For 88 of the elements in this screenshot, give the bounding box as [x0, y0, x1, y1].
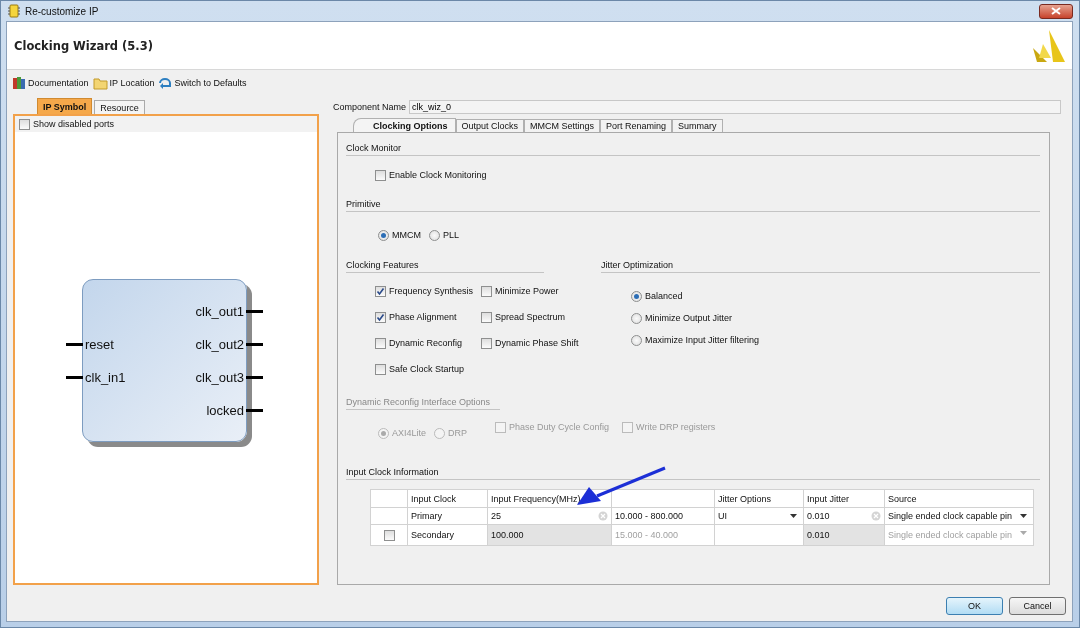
close-button[interactable] — [1039, 3, 1073, 19]
radio-label: DRP — [448, 428, 468, 438]
table-cell: Primary — [407, 507, 488, 525]
checkbox-label: Show disabled ports — [33, 119, 115, 129]
table-cell: 15.000 - 40.000 — [611, 524, 715, 546]
folder-icon — [92, 76, 108, 90]
dialog-button[interactable]: Cancel — [1009, 597, 1066, 615]
checkbox-label: Dynamic Phase Shift — [495, 338, 579, 348]
column-header: Input Clock — [407, 489, 488, 508]
checkbox-label: Enable Clock Monitoring — [389, 170, 487, 180]
radio-label: Minimize Output Jitter — [645, 313, 733, 323]
caret-icon — [1020, 531, 1027, 535]
close-icon — [1051, 7, 1061, 15]
checkbox-label: Phase Duty Cycle Config — [509, 422, 610, 432]
port-pin — [66, 375, 83, 379]
radio-label: Maximize Input Jitter filtering — [645, 335, 760, 345]
port-label: clk_out3 — [194, 369, 245, 385]
radio-button[interactable] — [631, 290, 642, 302]
caret-icon — [790, 514, 797, 518]
port-label: clk_in1 — [84, 369, 127, 385]
checkbox-label: Write DRP registers — [636, 422, 716, 432]
checkbox[interactable] — [375, 311, 386, 323]
tab[interactable]: Output Clocks — [455, 119, 525, 132]
section-title: Primitive — [346, 198, 1040, 212]
ip-icon — [8, 4, 20, 18]
checkbox[interactable] — [19, 118, 30, 130]
radio-button[interactable] — [631, 334, 642, 346]
table-cell: Secondary — [407, 524, 488, 546]
port-label: locked — [205, 402, 245, 418]
section-title: Dynamic Reconfig Interface Options — [346, 396, 501, 410]
port-pin — [246, 408, 263, 412]
toolbar-button[interactable]: Switch to Defaults — [158, 74, 247, 92]
port-label: reset — [84, 336, 115, 352]
checkbox-label: Phase Alignment — [389, 312, 457, 322]
books-icon — [12, 76, 26, 90]
checkbox-label: Frequency Synthesis — [389, 286, 474, 296]
checkbox[interactable] — [481, 285, 492, 297]
radio-label: AXI4Lite — [392, 428, 427, 438]
input-field[interactable]: clk_wiz_0 — [409, 99, 1061, 114]
checkbox[interactable] — [375, 169, 386, 181]
tab[interactable]: Clocking Options — [353, 118, 456, 132]
port-label: clk_out2 — [194, 336, 245, 352]
clear-icon — [871, 511, 881, 521]
radio-label: PLL — [443, 230, 459, 240]
checkbox-label: Safe Clock Startup — [389, 364, 465, 374]
checkbox[interactable] — [375, 363, 386, 375]
dialog-button[interactable]: OK — [946, 597, 1003, 615]
checkbox[interactable] — [481, 311, 492, 323]
section-title: Jitter Optimization — [601, 259, 1040, 273]
checkbox[interactable] — [375, 337, 386, 349]
tab[interactable]: MMCM Settings — [524, 119, 601, 132]
section-title: Input Clock Information — [346, 466, 1040, 480]
caret-icon — [1020, 514, 1027, 518]
checkbox[interactable] — [375, 285, 386, 297]
column-header: Jitter Options — [714, 489, 804, 508]
section-title: Clocking Features — [346, 259, 544, 273]
tab[interactable]: Summary — [672, 119, 723, 132]
tab[interactable]: Port Renaming — [600, 119, 673, 132]
refresh-icon — [158, 76, 173, 90]
field-label: Component Name — [333, 101, 407, 112]
toolbar-button[interactable]: Documentation — [12, 74, 89, 92]
checkbox-label: Dynamic Reconfig — [389, 338, 463, 348]
checkbox-label: Spread Spectrum — [495, 312, 566, 322]
port-pin — [246, 342, 263, 346]
radio-label: Balanced — [645, 291, 683, 301]
wizard-title: Clocking Wizard (5.3) — [14, 38, 153, 53]
tab[interactable]: IP Symbol — [37, 98, 93, 114]
radio-button[interactable] — [429, 229, 440, 241]
port-pin — [246, 375, 263, 379]
port-pin — [66, 342, 83, 346]
window-title: Re-customize IP — [25, 5, 100, 17]
section-title: Clock Monitor — [346, 142, 1040, 156]
checkbox[interactable] — [383, 529, 395, 541]
radio-button[interactable] — [378, 229, 389, 241]
column-header: Input Jitter — [803, 489, 885, 508]
radio-button[interactable] — [631, 312, 642, 324]
dropdown[interactable]: UI — [714, 507, 804, 525]
column-header: Source — [884, 489, 1034, 508]
port-pin — [246, 309, 263, 313]
port-label: clk_out1 — [194, 303, 245, 319]
checkbox-label: Minimize Power — [495, 286, 559, 296]
column-header: Input Frequency(MHz) — [487, 489, 612, 508]
radio-label: MMCM — [392, 230, 421, 240]
table-cell: 10.000 - 800.000 — [611, 507, 715, 525]
tab[interactable]: Resource — [94, 100, 145, 114]
clear-icon — [598, 511, 608, 521]
checkbox[interactable] — [481, 337, 492, 349]
toolbar-button[interactable]: IP Location — [92, 74, 155, 92]
